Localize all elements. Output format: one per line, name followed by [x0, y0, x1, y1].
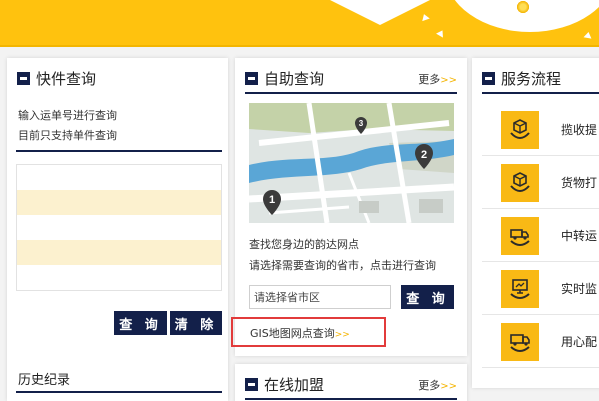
divider	[245, 398, 457, 400]
input-stripe	[17, 190, 221, 215]
service-step-label: 揽收提	[561, 123, 598, 137]
svg-text:3: 3	[359, 119, 364, 128]
map-description-line: 查找您身边的韵达网点	[249, 238, 359, 251]
divider	[482, 92, 599, 94]
map-description-line: 请选择需要查询的省市，点击进行查询	[249, 259, 436, 272]
box-pickup-icon	[501, 110, 539, 149]
service-step-label: 用心配	[561, 335, 598, 349]
more-link[interactable]: 更多>>	[418, 377, 457, 393]
more-label: 更多	[418, 379, 441, 392]
minus-square-icon	[17, 71, 30, 85]
highlight-box	[231, 317, 386, 347]
top-banner	[0, 0, 599, 47]
banner-triangle-decoration	[328, 0, 432, 25]
service-step-monitor[interactable]: 实时监	[482, 263, 599, 315]
more-label: 更多	[418, 73, 441, 86]
region-placeholder: 请选择省市区	[254, 291, 320, 304]
clear-button[interactable]: 清 除	[170, 311, 222, 335]
service-step-label: 实时监	[561, 282, 598, 296]
panel-title: 自助查询	[264, 69, 325, 88]
instruction-line: 目前只支持单件查询	[18, 129, 117, 142]
more-arrow: >>	[440, 75, 457, 86]
svg-text:2: 2	[421, 149, 427, 161]
monitor-icon	[501, 269, 539, 308]
quick-query-panel: 快件查询 输入运单号进行查询 目前只支持单件查询 查 询 清 除 历史纪录	[7, 58, 228, 401]
panel-header: 自助查询	[245, 68, 324, 88]
sparkle-icon	[436, 28, 446, 38]
minus-square-icon	[245, 377, 258, 391]
region-query-button[interactable]: 查 询	[401, 285, 454, 309]
delivery-truck-icon	[501, 322, 539, 361]
panel-title: 快件查询	[36, 69, 97, 88]
self-query-panel: 自助查询 更多>> 1 2 3 查找您身边的韵达网点 请选择需要查询的省市，点击…	[235, 58, 467, 356]
service-step-label: 货物打	[561, 176, 598, 190]
input-stripe	[17, 240, 221, 265]
panel-header: 在线加盟	[245, 374, 324, 394]
more-link[interactable]: 更多>>	[418, 71, 457, 87]
service-step-delivery[interactable]: 用心配	[482, 316, 599, 368]
box-pack-icon	[501, 163, 539, 202]
panel-title: 在线加盟	[264, 375, 325, 394]
divider	[16, 391, 222, 393]
panel-header: 快件查询	[17, 68, 96, 88]
service-step-pickup[interactable]: 揽收提	[482, 104, 599, 156]
sparkle-icon	[583, 31, 593, 39]
truck-transfer-icon	[501, 216, 539, 255]
more-arrow: >>	[440, 381, 457, 392]
divider	[16, 150, 222, 152]
online-join-panel: 在线加盟 更多>>	[235, 364, 467, 401]
history-title: 历史纪录	[18, 373, 71, 388]
flower-logo-icon	[516, 0, 530, 14]
service-step-label: 中转运	[561, 229, 598, 243]
panel-header: 服务流程	[482, 68, 561, 88]
service-step-transfer[interactable]: 中转运	[482, 210, 599, 262]
minus-square-icon	[245, 71, 258, 85]
divider	[245, 92, 457, 94]
instruction-line: 输入运单号进行查询	[18, 109, 117, 122]
minus-square-icon	[482, 71, 495, 85]
service-flow-panel: 服务流程 揽收提 货物打 中转运 实时监 用心配	[472, 58, 599, 388]
tracking-number-input[interactable]	[16, 164, 222, 291]
panel-title: 服务流程	[501, 69, 562, 88]
map-image[interactable]: 1 2 3	[249, 103, 454, 223]
service-step-packing[interactable]: 货物打	[482, 157, 599, 209]
query-button[interactable]: 查 询	[114, 311, 167, 335]
svg-text:1: 1	[269, 194, 275, 206]
region-select-input[interactable]: 请选择省市区	[249, 285, 391, 309]
map-illustration: 1 2 3	[249, 103, 454, 223]
